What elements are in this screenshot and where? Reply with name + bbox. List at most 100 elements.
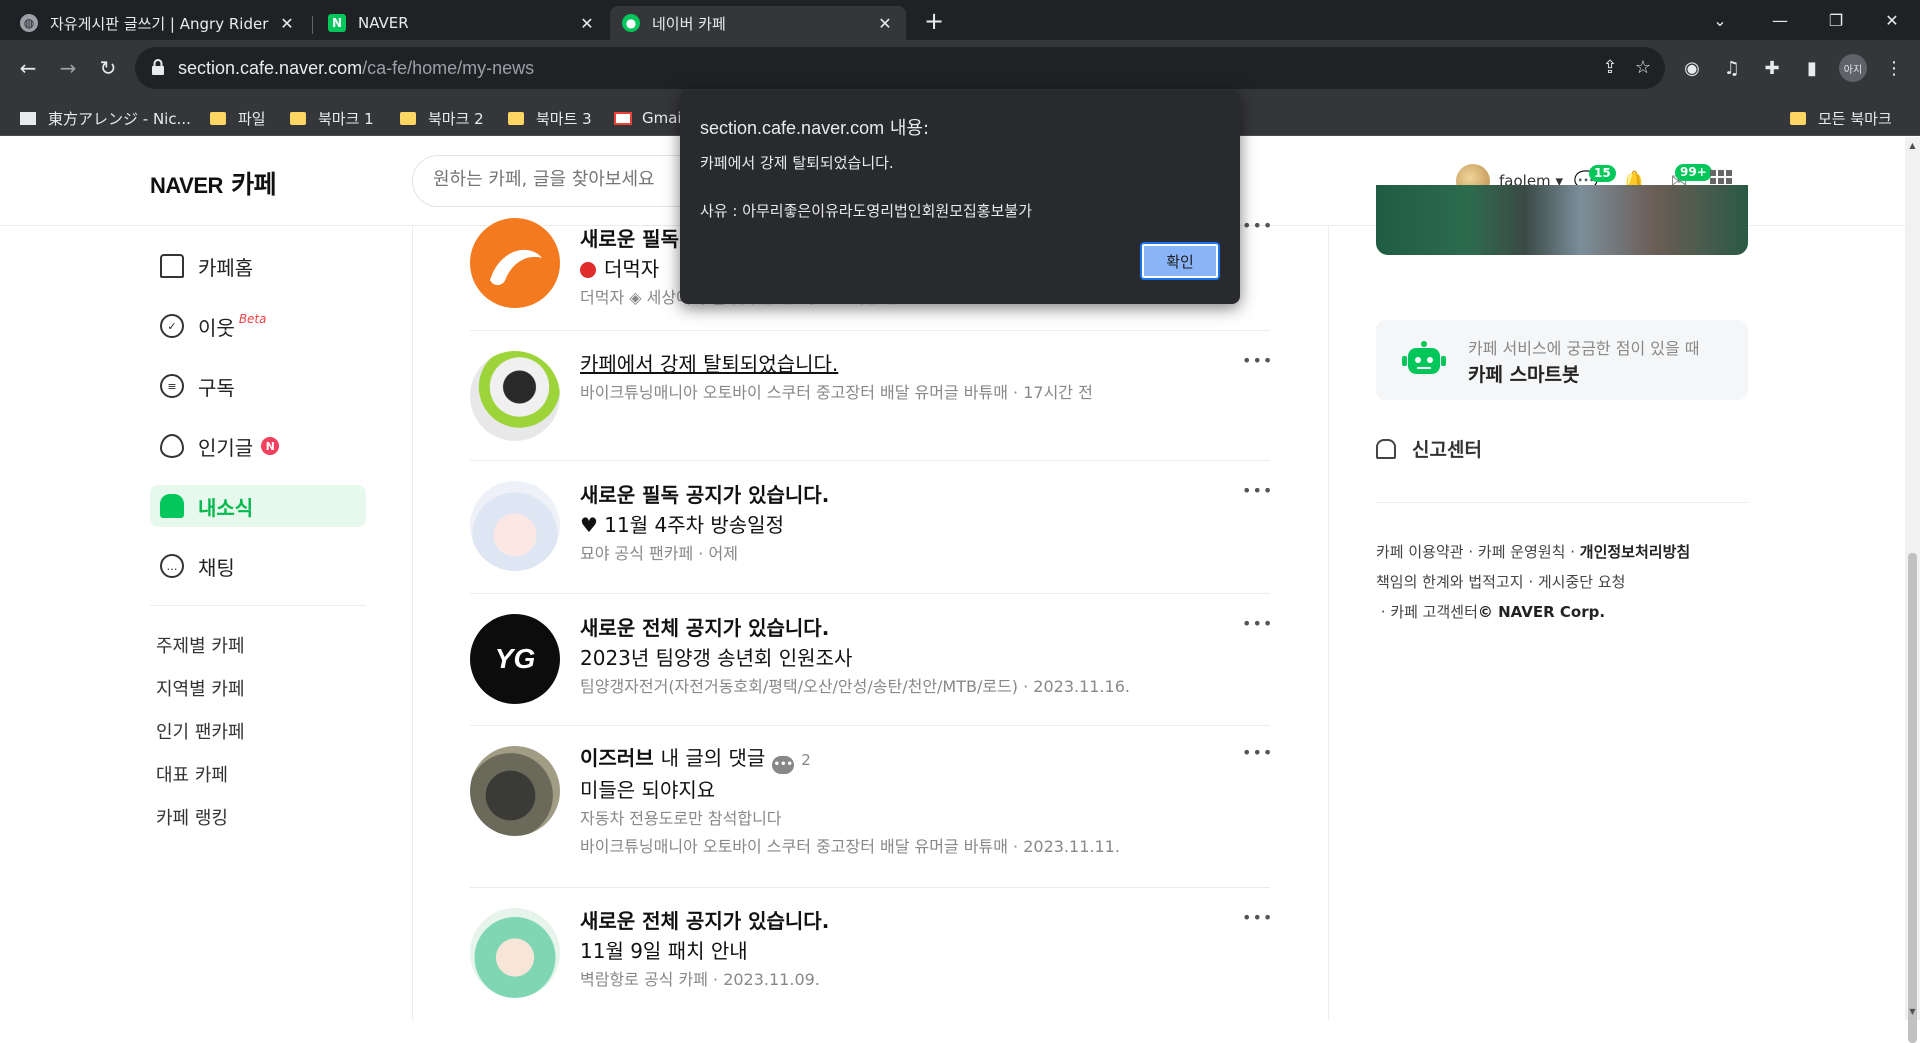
new-tab-button[interactable]: +: [920, 8, 948, 36]
sidebar-link-ranking[interactable]: 카페 랭킹: [150, 804, 366, 830]
dialog-message: 카페에서 강제 탈퇴되었습니다.: [700, 154, 894, 172]
reload-button[interactable]: ↻: [92, 52, 124, 84]
sidebar-item-neighbors[interactable]: ✓ 이웃 Beta: [150, 305, 366, 347]
smartbot-title[interactable]: 카페 스마트봇: [1468, 360, 1580, 387]
footer-link-support[interactable]: 카페 고객센터: [1390, 603, 1478, 621]
item-title[interactable]: 새로운 전체 공지가 있습니다.: [580, 613, 1220, 643]
sidebar-link-topic[interactable]: 주제별 카페: [150, 632, 366, 658]
forward-button[interactable]: →: [52, 52, 84, 84]
bookmark-label: 파일: [238, 109, 266, 128]
list-item[interactable]: 이즈러브 내 글의 댓글 ••• 2 미들은 되야지요 자동차 전용도로만 참석…: [470, 726, 1272, 888]
menu-kebab-icon[interactable]: ⋮: [1880, 54, 1908, 82]
more-options-icon[interactable]: •••: [1242, 481, 1272, 501]
scroll-up-icon[interactable]: ▲: [1908, 141, 1917, 150]
bookmark-all[interactable]: 모든 북마크: [1790, 106, 1892, 130]
folder-icon: [290, 111, 306, 125]
bookmark-label: 북마크 1: [318, 109, 374, 128]
footer-link-legal[interactable]: 책임의 한계와 법적고지: [1376, 573, 1524, 591]
comment-count: 2: [801, 751, 811, 769]
close-icon[interactable]: ✕: [578, 14, 596, 33]
tab-naver[interactable]: N NAVER ✕: [316, 6, 608, 40]
bookmark-folder-3[interactable]: 북마트 3: [508, 106, 592, 130]
footer-link-privacy[interactable]: 개인정보처리방침: [1580, 543, 1690, 561]
page-scrollbar[interactable]: ▲ ▼: [1905, 137, 1920, 1043]
media-control-icon[interactable]: ♫: [1718, 54, 1746, 82]
divider: [150, 605, 366, 606]
sidebar-item-cafe-home[interactable]: 카페홈: [150, 245, 366, 287]
address-bar[interactable]: section.cafe.naver.com/ca-fe/home/my-new…: [135, 47, 1665, 89]
bookmark-star-icon[interactable]: ☆: [1632, 57, 1654, 79]
minimize-button[interactable]: —: [1752, 0, 1808, 40]
tab-title: 네이버 카페: [652, 14, 726, 33]
scroll-thumb[interactable]: [1908, 553, 1917, 1043]
back-button[interactable]: ←: [12, 52, 44, 84]
bookmark-folder-1[interactable]: 북마크 1: [290, 106, 374, 130]
item-subtitle: ♥ 11월 4주차 방송일정: [580, 513, 784, 537]
item-title-link[interactable]: 카페에서 강제 탈퇴되었습니다.: [580, 349, 1220, 379]
list-item[interactable]: YG 새로운 전체 공지가 있습니다. 2023년 팀양갱 송년회 인원조사 팀…: [470, 594, 1272, 726]
tab-title: 자유게시판 글쓰기 | Angry Rider: [50, 14, 269, 33]
item-meta: 팀양갱자전거(자전거동호회/평택/오산/안성/송탄/천안/MTB/로드) · 2…: [580, 677, 1131, 696]
list-item[interactable]: 새로운 필독 공지가 있습니다. ♥ 11월 4주차 방송일정 묘야 공식 팬카…: [470, 461, 1272, 594]
close-window-button[interactable]: ✕: [1864, 0, 1920, 40]
sidebar-item-label: 구독: [198, 375, 235, 400]
extension-icon[interactable]: ◉: [1678, 54, 1706, 82]
footer-link-takedown[interactable]: 게시중단 요청: [1538, 573, 1626, 591]
item-title[interactable]: 새로운 전체 공지가 있습니다.: [580, 906, 1220, 936]
sidebar-item-label: 채팅: [198, 555, 235, 580]
globe-icon: ◍: [20, 14, 38, 32]
bookmark-folder-file[interactable]: 파일: [210, 106, 266, 130]
naver-cafe-logo[interactable]: NAVER 카페: [150, 165, 277, 201]
lock-icon: [152, 59, 164, 75]
sidebar-item-my-news[interactable]: 내소식: [150, 485, 366, 527]
smartbot-card[interactable]: 카페 서비스에 궁금한 점이 있을 때 카페 스마트봇: [1376, 320, 1748, 400]
tab-search-chevron-icon[interactable]: ⌄: [1692, 0, 1748, 40]
copyright: © NAVER Corp.: [1477, 603, 1606, 621]
footer-link-rules[interactable]: 카페 운영원칙: [1478, 543, 1566, 561]
more-options-icon[interactable]: •••: [1242, 743, 1272, 763]
report-center-link[interactable]: 신고센터: [1376, 435, 1482, 462]
scroll-down-icon[interactable]: ▼: [1908, 1007, 1917, 1016]
sidebar-link-region[interactable]: 지역별 카페: [150, 675, 366, 701]
bookmark-folder-2[interactable]: 북마크 2: [400, 106, 484, 130]
close-icon[interactable]: ✕: [278, 14, 296, 33]
side-panel-icon[interactable]: ▮: [1798, 54, 1826, 82]
divider: [1376, 502, 1748, 503]
tab-angry-rider[interactable]: ◍ 자유게시판 글쓰기 | Angry Rider ✕: [8, 6, 308, 40]
share-icon[interactable]: ⇪: [1599, 57, 1621, 79]
alert-dialog: section.cafe.naver.com 내용: 카페에서 강제 탈퇴되었습…: [680, 90, 1240, 304]
more-options-icon[interactable]: •••: [1242, 908, 1272, 928]
item-title[interactable]: 새로운 필독 공지가 있습니다.: [580, 480, 1220, 510]
more-options-icon[interactable]: •••: [1242, 351, 1272, 371]
bookmark-gmail[interactable]: Gmail: [614, 106, 686, 130]
restore-button[interactable]: ❐: [1808, 0, 1864, 40]
sidebar-item-popular[interactable]: 인기글 N: [150, 425, 366, 467]
profile-avatar[interactable]: 아지: [1839, 54, 1867, 82]
dialog-title: section.cafe.naver.com 내용:: [700, 118, 930, 139]
folder-icon: [400, 111, 416, 125]
sidebar-item-subscribe[interactable]: ≡ 구독: [150, 365, 366, 407]
folder-icon: [210, 111, 226, 125]
tab-naver-cafe[interactable]: ● 네이버 카페 ✕: [610, 6, 906, 40]
sidebar-link-fan-cafe[interactable]: 인기 팬카페: [150, 718, 366, 744]
sidebar-item-chat[interactable]: … 채팅: [150, 545, 366, 587]
list-item[interactable]: 새로운 전체 공지가 있습니다. 11월 9일 패치 안내 벽람항로 공식 카페…: [470, 888, 1272, 1020]
more-options-icon[interactable]: •••: [1242, 614, 1272, 634]
extensions-puzzle-icon[interactable]: ✚: [1758, 54, 1786, 82]
more-options-icon[interactable]: •••: [1242, 216, 1272, 236]
footer-link-terms[interactable]: 카페 이용약관: [1376, 543, 1464, 561]
ok-button[interactable]: 확인: [1140, 242, 1220, 280]
promo-banner-image[interactable]: [1376, 185, 1748, 255]
bookmark-touhou[interactable]: 東方アレンジ - Nic...: [20, 106, 191, 130]
robot-icon: [1402, 341, 1446, 374]
sidebar-link-featured[interactable]: 대표 카페: [150, 761, 366, 787]
item-title[interactable]: 이즈러브 내 글의 댓글 ••• 2: [580, 743, 1220, 775]
browser-tab-bar: ◍ 자유게시판 글쓰기 | Angry Rider ✕ N NAVER ✕ ● …: [0, 0, 1920, 40]
bell-icon: [160, 494, 184, 518]
bookmark-label: 모든 북마크: [1818, 109, 1892, 128]
close-icon[interactable]: ✕: [876, 14, 894, 33]
list-item[interactable]: 카페에서 강제 탈퇴되었습니다. 바이크튜닝매니아 오토바이 스쿠터 중고장터 …: [470, 331, 1272, 461]
item-meta: 묘야 공식 팬카페 · 어제: [580, 544, 738, 563]
item-subtitle: 2023년 팀양갱 송년회 인원조사: [580, 646, 853, 670]
sidebar-item-label: 카페홈: [198, 255, 254, 280]
